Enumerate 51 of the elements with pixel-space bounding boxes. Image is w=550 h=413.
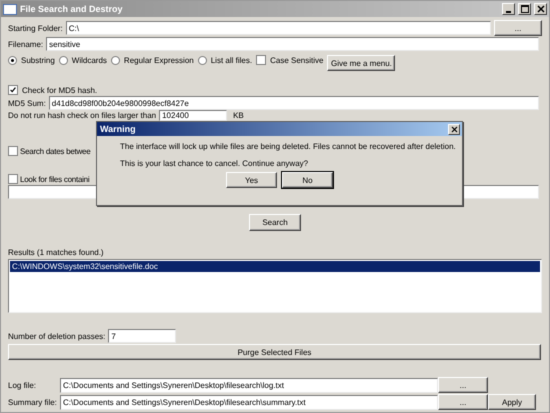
radio-label: List all files. — [210, 56, 252, 64]
field-label: MD5 Sum: — [8, 98, 46, 108]
browse-button[interactable]: ... — [438, 377, 488, 393]
input-field[interactable]: d41d8cd98f00b204e9800998ecf8427e — [48, 96, 539, 110]
dialog-message: The interface will lock up while files are being deleted. Files cannot be recovered after deletion. — [120, 142, 456, 151]
field-label: Do not run hash check on files larger than — [8, 111, 156, 120]
field-label: Starting Folder: — [8, 24, 63, 32]
checkbox-label: Check for MD5 hash. — [22, 86, 98, 94]
maximize-icon[interactable] — [518, 3, 531, 15]
unit-label: KB — [233, 111, 244, 120]
checkbox-label: Search dates betwee — [20, 146, 90, 156]
dialog-question: This is your last chance to cancel. Continue anyway? — [120, 159, 310, 168]
field-label: Log file: — [8, 380, 38, 390]
checkbox-label: Look for files containi — [20, 174, 90, 184]
dialog-title: Warning — [100, 124, 137, 134]
app-icon — [3, 4, 17, 14]
input-field[interactable]: C:\Documents and Settings\Syneren\Desktop\filesearch\summary.txt — [60, 394, 438, 410]
radio-button[interactable] — [198, 56, 207, 64]
checkbox[interactable] — [8, 146, 18, 156]
radio-button[interactable] — [58, 56, 68, 64]
radio-label: Substring — [21, 56, 55, 64]
input-field[interactable]: C:\ — [66, 21, 491, 35]
browse-button[interactable]: ... — [438, 394, 488, 410]
result-item[interactable]: C:\WINDOWS\system32\sensitivefile.doc — [10, 261, 540, 272]
input-field[interactable]: sensitive — [46, 37, 539, 51]
purge-button[interactable]: Purge Selected Files — [8, 344, 541, 360]
search-button[interactable]: Search — [249, 214, 301, 231]
window-title: File Search and Destroy — [20, 4, 124, 14]
input-field[interactable]: 102400 — [159, 110, 228, 121]
field-label: Filename: — [8, 40, 44, 48]
results-label: Results (1 matches found.) — [8, 248, 105, 257]
input-field[interactable]: C:\Documents and Settings\Syneren\Desktop\filesearch\log.txt — [60, 378, 438, 392]
radio-button[interactable] — [110, 56, 120, 64]
checkbox[interactable] — [256, 55, 266, 65]
checkbox-label: Case Sensitive — [270, 56, 324, 64]
close-icon[interactable] — [534, 3, 547, 15]
radio-label: Regular Expression — [124, 56, 194, 64]
menu-button[interactable]: Give me a menu. — [327, 55, 396, 71]
field-label: Summary file: — [8, 398, 57, 406]
dialog-button[interactable]: No — [282, 172, 333, 188]
close-icon[interactable] — [448, 124, 460, 134]
radio-label: Wildcards — [72, 56, 107, 64]
checkbox[interactable] — [8, 85, 18, 95]
field-label: Number of deletion passes: — [8, 332, 106, 340]
browse-button[interactable]: ... — [494, 20, 542, 36]
minimize-icon[interactable] — [502, 3, 515, 15]
apply-button[interactable]: Apply — [488, 394, 536, 410]
dialog-button[interactable]: Yes — [226, 172, 277, 188]
input-field[interactable]: 7 — [108, 329, 176, 343]
radio-button[interactable] — [8, 56, 17, 64]
checkbox[interactable] — [8, 174, 18, 184]
